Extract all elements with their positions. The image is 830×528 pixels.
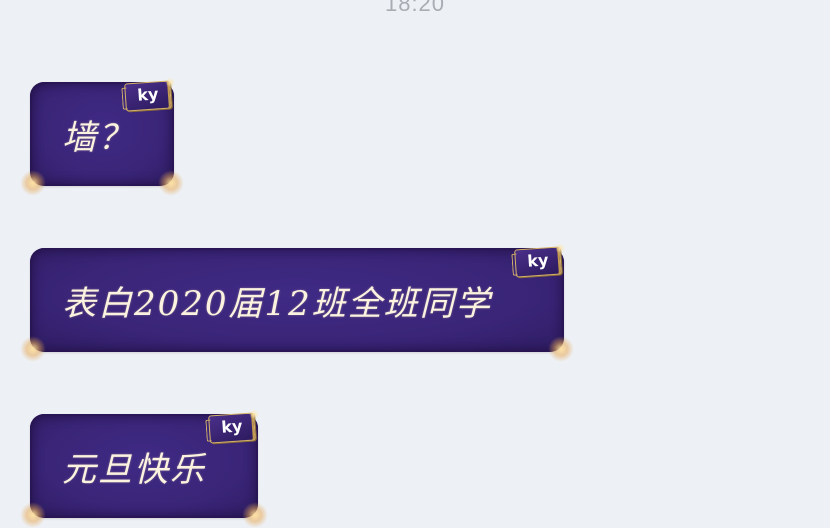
bubble-corner-glow — [20, 502, 46, 528]
message-bubble[interactable]: 表白2020届12班全班同学 — [20, 248, 574, 362]
message-timestamp: 18:20 — [384, 0, 446, 16]
bubble-badge-tag: ky — [208, 412, 256, 444]
message-text: 表白2020届12班全班同学 — [62, 283, 492, 324]
message-text: 元旦快乐 — [62, 449, 206, 490]
bubble-badge-tag: ky — [514, 246, 562, 278]
bubble-corner-glow — [158, 170, 184, 196]
message-text: 墙？ — [62, 117, 134, 158]
bubble-corner-glow — [548, 336, 574, 362]
bubble-badge-tag: ky — [124, 80, 172, 112]
badge-label: ky — [526, 250, 550, 271]
badge-label: ky — [136, 84, 160, 105]
bubble-corner-glow — [20, 336, 46, 362]
badge-label: ky — [220, 416, 244, 437]
bubble-corner-glow — [242, 502, 268, 528]
bubble-corner-glow — [20, 170, 46, 196]
